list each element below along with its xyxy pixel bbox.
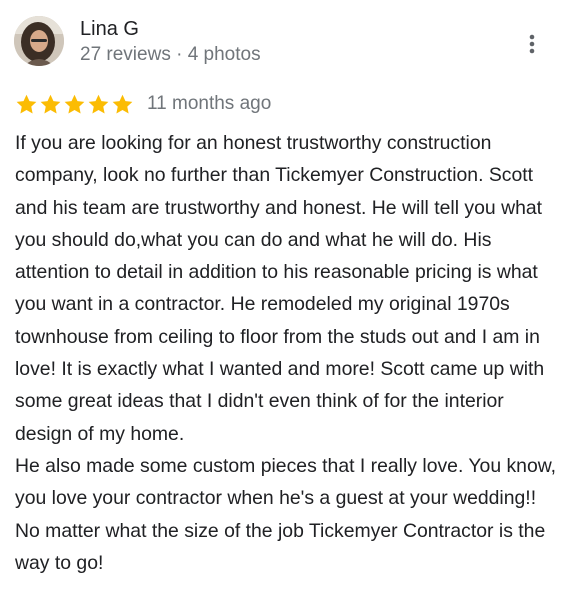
star-rating	[15, 93, 134, 116]
more-vert-icon	[529, 34, 535, 54]
star-icon	[88, 94, 109, 114]
avatar-photo-icon	[14, 16, 64, 66]
more-options-button[interactable]	[516, 28, 548, 60]
star-icon	[112, 94, 133, 114]
star-icon	[16, 94, 37, 114]
review-text: If you are looking for an honest trustwo…	[15, 132, 557, 574]
reviewer-meta: 27 reviews · 4 photos	[80, 44, 261, 65]
rating-row: 11 months ago	[15, 92, 271, 116]
review-time: 11 months ago	[147, 93, 272, 114]
star-icon	[40, 94, 61, 114]
star-icon	[64, 94, 85, 114]
reviewer-avatar[interactable]	[14, 16, 64, 66]
review-card: Lina G 27 reviews · 4 photos 11 months a…	[0, 0, 570, 614]
reviewer-name[interactable]: Lina G	[80, 17, 139, 41]
